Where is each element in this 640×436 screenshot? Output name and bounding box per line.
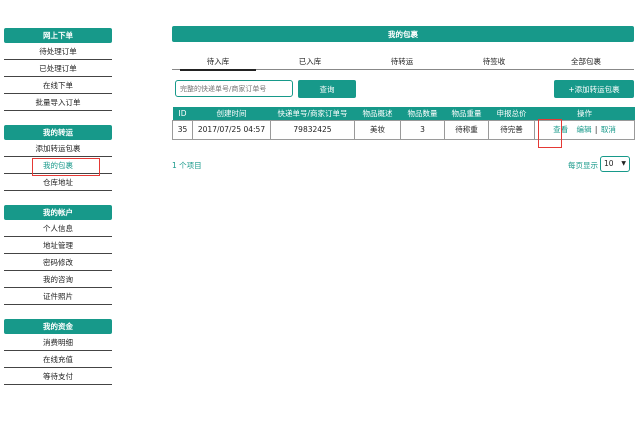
sidebar-item-my-inquiries[interactable]: 我的咨询 (4, 271, 112, 288)
sidebar-section-header: 我的转运 (4, 125, 112, 140)
table-row: 35 2017/07/25 04:57 79832425 美妆 3 待称重 待完… (172, 118, 635, 148)
cell-item-weight: 待称重 (444, 119, 489, 140)
tab-awaiting-transfer[interactable]: 待转运 (356, 56, 448, 69)
packages-table: ID 创建时间 快递单号/商家订单号 物品概述 物品数量 物品重量 申报总价 操… (172, 107, 635, 148)
per-page-select[interactable]: 10 ▼ (600, 155, 630, 172)
cell-id: 35 (172, 119, 193, 140)
separator: | (594, 125, 598, 134)
sidebar-item-address-management[interactable]: 地址管理 (4, 237, 112, 254)
cell-item-summary: 美妆 (354, 119, 401, 140)
sidebar-section-my-account: 我的帐户 个人信息 地址管理 密码修改 我的咨询 证件照片 (4, 205, 112, 305)
sidebar-section-header: 我的资金 (4, 319, 112, 334)
sidebar-section-my-transfer: 我的转运 添加转运包裹 我的包裹 仓库地址 (4, 125, 112, 191)
sidebar-item-online-recharge[interactable]: 在线充值 (4, 351, 112, 368)
cell-actions: 查看 编辑 | 取消 (534, 118, 635, 148)
table-footer: 1 个项目 每页显示 10 ▼ (172, 155, 634, 174)
column-header: 物品数量 (400, 107, 445, 120)
add-package-button[interactable]: +添加转运包裹 (554, 80, 634, 98)
cell-tracking-number: 79832425 (270, 119, 355, 140)
sidebar-item-batch-import[interactable]: 批量导入订单 (4, 94, 112, 111)
tab-awaiting-signature[interactable]: 待签收 (448, 56, 540, 69)
column-header: 快递单号/商家订单号 (270, 107, 355, 120)
item-count: 1 个项目 (172, 160, 202, 170)
sidebar-item-processed-orders[interactable]: 已处理订单 (4, 60, 112, 77)
tab-all-packages[interactable]: 全部包裹 (540, 56, 632, 69)
package-tabs: 待入库 已入库 待转运 待签收 全部包裹 (172, 56, 634, 71)
main-panel: 我的包裹 待入库 已入库 待转运 待签收 全部包裹 查询 +添加转运包裹 ID … (172, 26, 635, 174)
tab-stored[interactable]: 已入库 (264, 56, 356, 69)
column-header: 申报总价 (488, 107, 535, 120)
sidebar-section-header: 网上下单 (4, 28, 112, 43)
column-header: 物品概述 (354, 107, 401, 120)
edit-link[interactable]: 编辑 (577, 125, 592, 134)
sidebar-section-online-order: 网上下单 待处理订单 已处理订单 在线下单 批量导入订单 (4, 28, 112, 111)
column-header: 物品重量 (444, 107, 489, 120)
page-title: 我的包裹 (172, 26, 634, 42)
cell-created-time: 2017/07/25 04:57 (192, 119, 271, 140)
column-header: ID (172, 107, 193, 120)
cell-declared-value: 待完善 (488, 119, 535, 140)
sidebar-section-header: 我的帐户 (4, 205, 112, 220)
sidebar-item-id-photos[interactable]: 证件照片 (4, 288, 112, 305)
sidebar-item-warehouse-address[interactable]: 仓库地址 (4, 174, 112, 191)
sidebar-section-my-funds: 我的资金 消费明细 在线充值 等待支付 (4, 319, 112, 385)
search-button[interactable]: 查询 (298, 80, 356, 98)
sidebar-item-spending-details[interactable]: 消费明细 (4, 334, 112, 351)
chevron-down-icon: ▼ (621, 160, 626, 167)
sidebar: 网上下单 待处理订单 已处理订单 在线下单 批量导入订单 我的转运 添加转运包裹… (4, 28, 112, 385)
sidebar-item-change-password[interactable]: 密码修改 (4, 254, 112, 271)
sidebar-item-my-packages[interactable]: 我的包裹 (4, 157, 112, 176)
column-header: 创建时间 (192, 107, 271, 120)
cancel-link[interactable]: 取消 (601, 125, 616, 134)
sidebar-item-online-order[interactable]: 在线下单 (4, 77, 112, 94)
sidebar-item-pending-orders[interactable]: 待处理订单 (4, 43, 112, 60)
search-toolbar: 查询 +添加转运包裹 (172, 80, 634, 98)
search-input[interactable] (175, 80, 293, 97)
sidebar-item-awaiting-payment[interactable]: 等待支付 (4, 368, 112, 385)
highlight-box (538, 118, 562, 148)
table-header-row: ID 创建时间 快递单号/商家订单号 物品概述 物品数量 物品重量 申报总价 操… (172, 107, 635, 120)
sidebar-item-add-package[interactable]: 添加转运包裹 (4, 140, 112, 157)
per-page-value: 10 (604, 159, 614, 168)
tab-awaiting-storage[interactable]: 待入库 (172, 56, 264, 71)
sidebar-item-personal-info[interactable]: 个人信息 (4, 220, 112, 237)
per-page-label: 每页显示 (568, 160, 598, 170)
cell-item-quantity: 3 (400, 119, 445, 140)
